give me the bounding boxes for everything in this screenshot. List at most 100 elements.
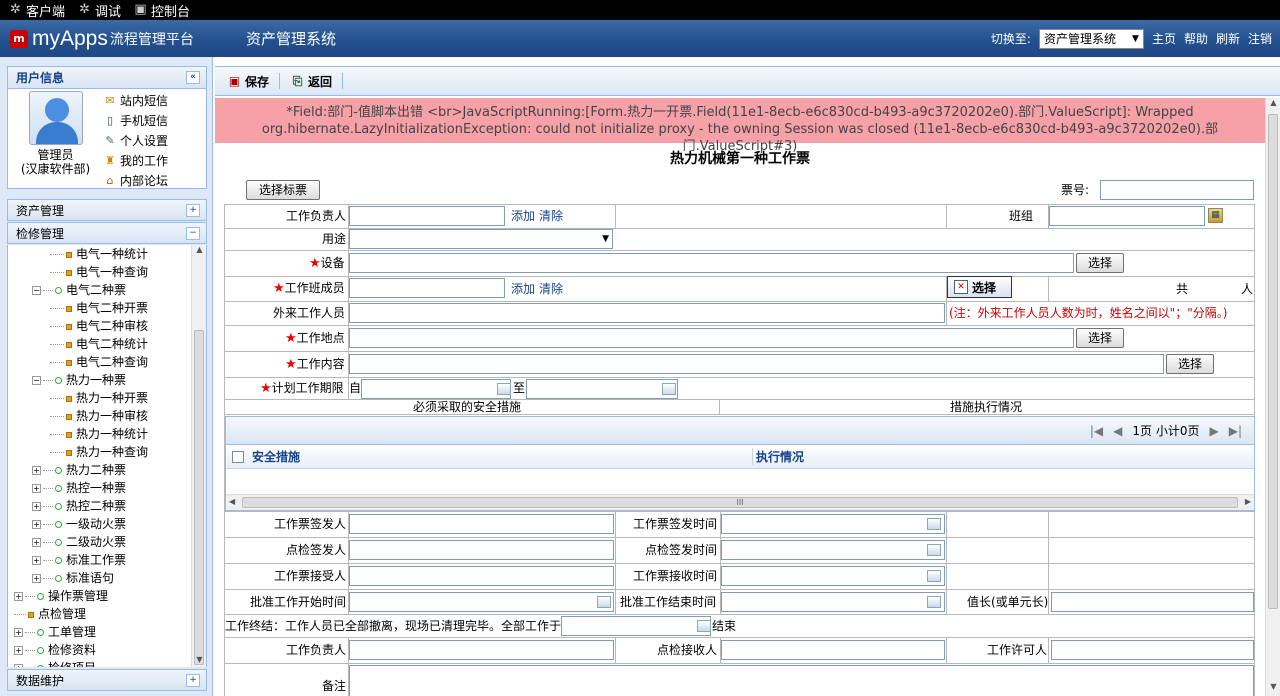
client-link[interactable]: ✲ 客户端 bbox=[8, 1, 65, 20]
accordion-asset[interactable]: 资产管理 + bbox=[7, 199, 207, 221]
calendar-icon[interactable] bbox=[927, 544, 941, 556]
collapse-node-icon[interactable]: − bbox=[32, 286, 41, 295]
tree-node[interactable]: + 热力二种票 bbox=[8, 461, 206, 479]
tree-node[interactable]: − 热力一种票 bbox=[8, 371, 206, 389]
end-time-input[interactable] bbox=[561, 616, 711, 636]
team-input[interactable] bbox=[1049, 206, 1205, 226]
tree-node[interactable]: + 一级动火票 bbox=[8, 515, 206, 533]
expand-node-icon[interactable]: + bbox=[32, 484, 41, 493]
tree-scrollbar[interactable]: ▲ ▼ bbox=[191, 245, 206, 667]
home-link[interactable]: 主页 bbox=[1152, 30, 1176, 47]
expand-icon[interactable]: + bbox=[186, 203, 200, 217]
add-member-link[interactable]: 添加 bbox=[511, 279, 535, 299]
collapse-icon[interactable]: − bbox=[186, 226, 200, 240]
scroll-right-icon[interactable]: ▶ bbox=[1245, 497, 1251, 506]
permitter-input[interactable] bbox=[1051, 640, 1254, 660]
refresh-link[interactable]: 刷新 bbox=[1216, 30, 1240, 47]
remark-textarea[interactable] bbox=[349, 665, 1254, 696]
scroll-thumb[interactable] bbox=[194, 330, 204, 665]
expand-node-icon[interactable]: + bbox=[14, 592, 23, 601]
forum-link[interactable]: ⌂ 内部论坛 bbox=[103, 171, 169, 191]
tree-node[interactable]: + 检修资料 bbox=[8, 641, 206, 659]
choose-location-button[interactable]: 选择 bbox=[1076, 328, 1124, 348]
tree-node[interactable]: 热力一种统计 bbox=[8, 425, 206, 443]
scroll-up-icon[interactable]: ▲ bbox=[192, 245, 206, 257]
expand-node-icon[interactable]: + bbox=[32, 556, 41, 565]
issue-time-input[interactable] bbox=[721, 514, 945, 534]
logout-link[interactable]: 注销 bbox=[1248, 30, 1272, 47]
clear-leader-link[interactable]: 清除 bbox=[539, 206, 563, 226]
expand-node-icon[interactable]: + bbox=[14, 628, 23, 637]
calendar-icon[interactable] bbox=[927, 596, 941, 608]
expand-node-icon[interactable]: + bbox=[14, 664, 23, 667]
calendar-icon[interactable] bbox=[697, 620, 711, 632]
tree-node[interactable]: 电气一种统计 bbox=[8, 245, 206, 263]
work-leader-input[interactable] bbox=[349, 206, 505, 226]
tree-node[interactable]: 电气一种查询 bbox=[8, 263, 206, 281]
tree-node[interactable]: 热力一种开票 bbox=[8, 389, 206, 407]
expand-node-icon[interactable]: + bbox=[14, 646, 23, 655]
tree-node[interactable]: 电气二种查询 bbox=[8, 353, 206, 371]
check-time-input[interactable] bbox=[721, 540, 945, 560]
accordion-data[interactable]: 数据维护 + bbox=[7, 669, 207, 691]
approve-end-input[interactable] bbox=[721, 592, 945, 612]
scroll-down-icon[interactable]: ▼ bbox=[192, 655, 206, 667]
site-message-link[interactable]: ✉ 站内短信 bbox=[103, 91, 168, 111]
tree-node[interactable]: 热力一种查询 bbox=[8, 443, 206, 461]
save-button[interactable]: ▣ 保存 bbox=[227, 73, 269, 90]
calendar-icon[interactable] bbox=[497, 383, 511, 395]
tree-node[interactable]: 点检管理 bbox=[8, 605, 206, 623]
select-ticket-button[interactable]: 选择标票 bbox=[246, 180, 320, 200]
grid-col-exec[interactable]: 执行情况 bbox=[752, 448, 804, 465]
expand-node-icon[interactable]: + bbox=[32, 520, 41, 529]
receiver-input[interactable] bbox=[349, 566, 614, 586]
prev-page-icon[interactable]: ◀ bbox=[1113, 424, 1122, 438]
last-page-icon[interactable]: ▶| bbox=[1229, 424, 1242, 438]
collapse-node-icon[interactable]: − bbox=[32, 376, 41, 385]
back-button[interactable]: ⎘ 返回 bbox=[290, 73, 332, 90]
scroll-down-icon[interactable]: ▼ bbox=[1266, 682, 1280, 696]
scroll-left-icon[interactable]: ◀ bbox=[229, 497, 235, 506]
tree-node[interactable]: 热力一种审核 bbox=[8, 407, 206, 425]
tree-node[interactable]: + 热控二种票 bbox=[8, 497, 206, 515]
leader2-input[interactable] bbox=[349, 640, 614, 660]
grid-hscrollbar[interactable]: ◀ III ▶ bbox=[226, 494, 1254, 510]
personal-settings-link[interactable]: ✎ 个人设置 bbox=[103, 131, 168, 151]
choose-content-button[interactable]: 选择 bbox=[1166, 354, 1214, 374]
building-icon[interactable]: ▦ bbox=[1208, 208, 1223, 223]
choose-equipment-button[interactable]: 选择 bbox=[1076, 253, 1124, 273]
period-end-input[interactable] bbox=[526, 379, 678, 399]
checker-input[interactable] bbox=[349, 540, 614, 560]
main-scrollbar[interactable]: ▲ ▼ bbox=[1265, 98, 1280, 696]
clear-member-link[interactable]: 清除 bbox=[539, 279, 563, 299]
expand-node-icon[interactable]: + bbox=[32, 502, 41, 511]
tree-node[interactable]: + 热控一种票 bbox=[8, 479, 206, 497]
tree-node[interactable]: + 操作票管理 bbox=[8, 587, 206, 605]
debug-link[interactable]: ✲ 调试 bbox=[77, 1, 121, 20]
select-all-checkbox[interactable] bbox=[232, 450, 244, 463]
add-leader-link[interactable]: 添加 bbox=[511, 206, 535, 226]
expand-node-icon[interactable]: + bbox=[32, 466, 41, 475]
period-start-input[interactable] bbox=[361, 379, 511, 399]
main-scroll-thumb[interactable] bbox=[1268, 114, 1278, 609]
equipment-input[interactable] bbox=[349, 253, 1074, 273]
accordion-maint[interactable]: 检修管理 − bbox=[7, 222, 207, 244]
grid-hscroll-thumb[interactable]: III bbox=[242, 497, 1238, 508]
calendar-icon[interactable] bbox=[597, 596, 611, 608]
choose-members-button[interactable]: ✕ 选择 bbox=[947, 276, 1012, 298]
outsiders-input[interactable] bbox=[349, 303, 945, 323]
receive-time-input[interactable] bbox=[721, 566, 945, 586]
tree-node[interactable]: 电气二种统计 bbox=[8, 335, 206, 353]
shift-leader-input[interactable] bbox=[1051, 592, 1254, 612]
issuer-input[interactable] bbox=[349, 514, 614, 534]
content-input[interactable] bbox=[349, 354, 1164, 374]
tree-node[interactable]: 电气二种审核 bbox=[8, 317, 206, 335]
grid-col-measures[interactable]: 安全措施 bbox=[252, 448, 752, 465]
calendar-icon[interactable] bbox=[927, 518, 941, 530]
location-input[interactable] bbox=[349, 328, 1074, 348]
expand-node-icon[interactable]: + bbox=[32, 574, 41, 583]
next-page-icon[interactable]: ▶ bbox=[1209, 424, 1218, 438]
expand-icon[interactable]: + bbox=[186, 673, 200, 687]
first-page-icon[interactable]: |◀ bbox=[1090, 424, 1103, 438]
approve-start-input[interactable] bbox=[349, 592, 614, 612]
